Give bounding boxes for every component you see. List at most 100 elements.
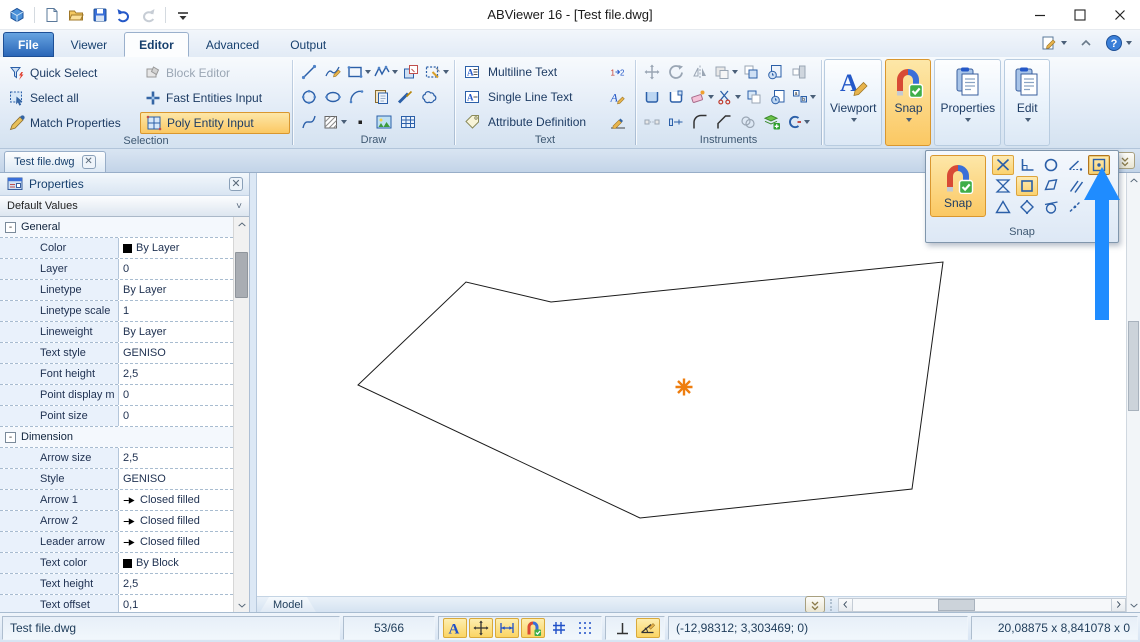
document-close-icon[interactable]: ✕ [82,155,96,169]
property-value[interactable]: 1 [119,301,233,321]
instrument-time-2-button[interactable] [767,86,789,108]
draw-image-button[interactable] [373,111,395,133]
instrument-move-button[interactable] [641,61,663,83]
property-value[interactable]: 0 [119,385,233,405]
property-value[interactable]: By Layer [119,238,233,258]
quick-select-button[interactable]: Quick Select [4,62,140,84]
instrument-mirror-button[interactable] [689,61,711,83]
snap-midpoint-button[interactable] [992,176,1014,196]
tab-file[interactable]: File [3,32,54,57]
scroll-down-icon[interactable] [1127,597,1140,612]
snap-big-button[interactable]: Snap [885,59,931,146]
scrollbar-thumb[interactable] [938,599,975,611]
tab-output[interactable]: Output [276,32,340,57]
snap-center-button[interactable] [1040,155,1062,175]
property-value[interactable]: 2,5 [119,574,233,594]
scroll-right-icon[interactable] [1111,598,1126,612]
minimize-button[interactable] [1020,0,1060,29]
property-value[interactable]: 0 [119,259,233,279]
property-grid-scrollbar[interactable] [233,217,249,612]
instrument-group-button[interactable] [737,111,759,133]
vertical-scrollbar[interactable] [1126,173,1140,612]
property-value[interactable]: Closed filled [119,532,233,552]
instrument-layers-add-button[interactable] [761,111,783,133]
draw-hatch-button[interactable] [322,111,347,133]
instrument-copy-objects-button[interactable] [740,61,762,83]
snap-nearest-button[interactable] [1064,197,1086,217]
text-order-button[interactable]: 12 [607,61,629,83]
instrument-chamfer-button[interactable] [713,111,735,133]
maximize-button[interactable] [1060,0,1100,29]
multiline-text-button[interactable]: A [461,61,483,83]
snap-triangle-button[interactable] [992,197,1014,217]
model-tab[interactable]: Model [260,597,316,612]
draw-sketch-button[interactable] [322,61,344,83]
draw-line-button[interactable] [298,61,320,83]
snap-quadrant-button[interactable] [1016,197,1038,217]
instrument-order-button[interactable] [788,61,810,83]
poly-entity-input-button[interactable]: Poly Entity Input [140,112,290,134]
sb-text-toggle[interactable]: A [443,618,467,638]
scrollbar-thumb[interactable] [1128,321,1139,411]
match-properties-button[interactable]: Match Properties [4,112,140,134]
draw-circle-button[interactable] [298,86,320,108]
customize-quick-access-button[interactable] [172,4,194,26]
instrument-contour-button[interactable] [785,111,810,133]
instrument-ucs-2-button[interactable] [665,86,687,108]
collapse-icon[interactable]: - [5,222,16,233]
draw-polyline-button[interactable] [373,61,398,83]
properties-big-button[interactable]: Properties [934,59,1001,146]
properties-close-icon[interactable]: ✕ [229,177,243,191]
instrument-offset-button[interactable] [713,61,738,83]
redo-button[interactable] [137,4,159,26]
horizontal-scrollbar[interactable] [853,598,1111,612]
sb-crosshair-toggle[interactable] [469,618,493,638]
draw-region-button[interactable] [424,61,449,83]
property-value[interactable]: 2,5 [119,448,233,468]
draw-cloud-button[interactable] [418,86,440,108]
attribute-definition-button[interactable] [461,111,483,133]
scrollbar-thumb[interactable] [235,252,248,298]
text-baseline-edit-button[interactable] [607,111,629,133]
viewport-big-button[interactable]: AViewport [824,59,882,146]
instrument-trim-button[interactable] [716,86,741,108]
instrument-dim-small-button[interactable] [641,111,663,133]
scroll-up-icon[interactable] [234,217,249,232]
snap-vertex-button[interactable] [1040,176,1062,196]
panel-splitter[interactable] [250,173,257,612]
close-button[interactable] [1100,0,1140,29]
tab-advanced[interactable]: Advanced [192,32,273,57]
snap-intersection-button[interactable] [992,155,1014,175]
draw-paste-block-button[interactable] [370,86,392,108]
draw-arc-button[interactable] [346,86,368,108]
block-editor-button[interactable]: Block Editor [140,62,290,84]
snap-endpoint-button[interactable] [1016,176,1038,196]
draw-spline-button[interactable] [298,111,320,133]
instrument-scale-small-button[interactable] [665,111,687,133]
sb-grid-toggle[interactable] [547,618,571,638]
help-button[interactable]: ? [1105,34,1132,52]
instrument-annotate-ab-button[interactable]: ab [791,86,816,108]
new-document-button[interactable] [41,4,63,26]
open-folder-button[interactable] [65,4,87,26]
snap-perpendicular-button[interactable] [1016,155,1038,175]
collapse-ribbon-button[interactable] [1077,34,1095,52]
snap-tangent-button[interactable] [1040,197,1062,217]
sb-snap-toggle[interactable] [521,618,545,638]
sb-ortho-toggle[interactable] [610,618,634,638]
text-style-edit-button[interactable]: A [607,86,629,108]
layout-overflow-button[interactable] [805,596,825,613]
sb-dots-toggle[interactable] [573,618,597,638]
fast-entities-input-button[interactable]: Fast Entities Input [140,87,290,109]
draw-ellipse-button[interactable] [322,86,344,108]
snap-flyout-button[interactable]: Snap [930,155,986,217]
sb-protractor-toggle[interactable] [636,618,660,638]
drawing-style-button[interactable] [1040,34,1067,52]
document-tab[interactable]: Test file.dwg ✕ [4,151,106,172]
draw-rectangle-button[interactable] [346,61,371,83]
snap-parallel-button[interactable] [1064,176,1086,196]
property-value[interactable]: Closed filled [119,490,233,510]
property-value[interactable]: By Layer [119,322,233,342]
point-marker[interactable] [676,379,693,396]
draw-thick-line-button[interactable] [394,86,416,108]
